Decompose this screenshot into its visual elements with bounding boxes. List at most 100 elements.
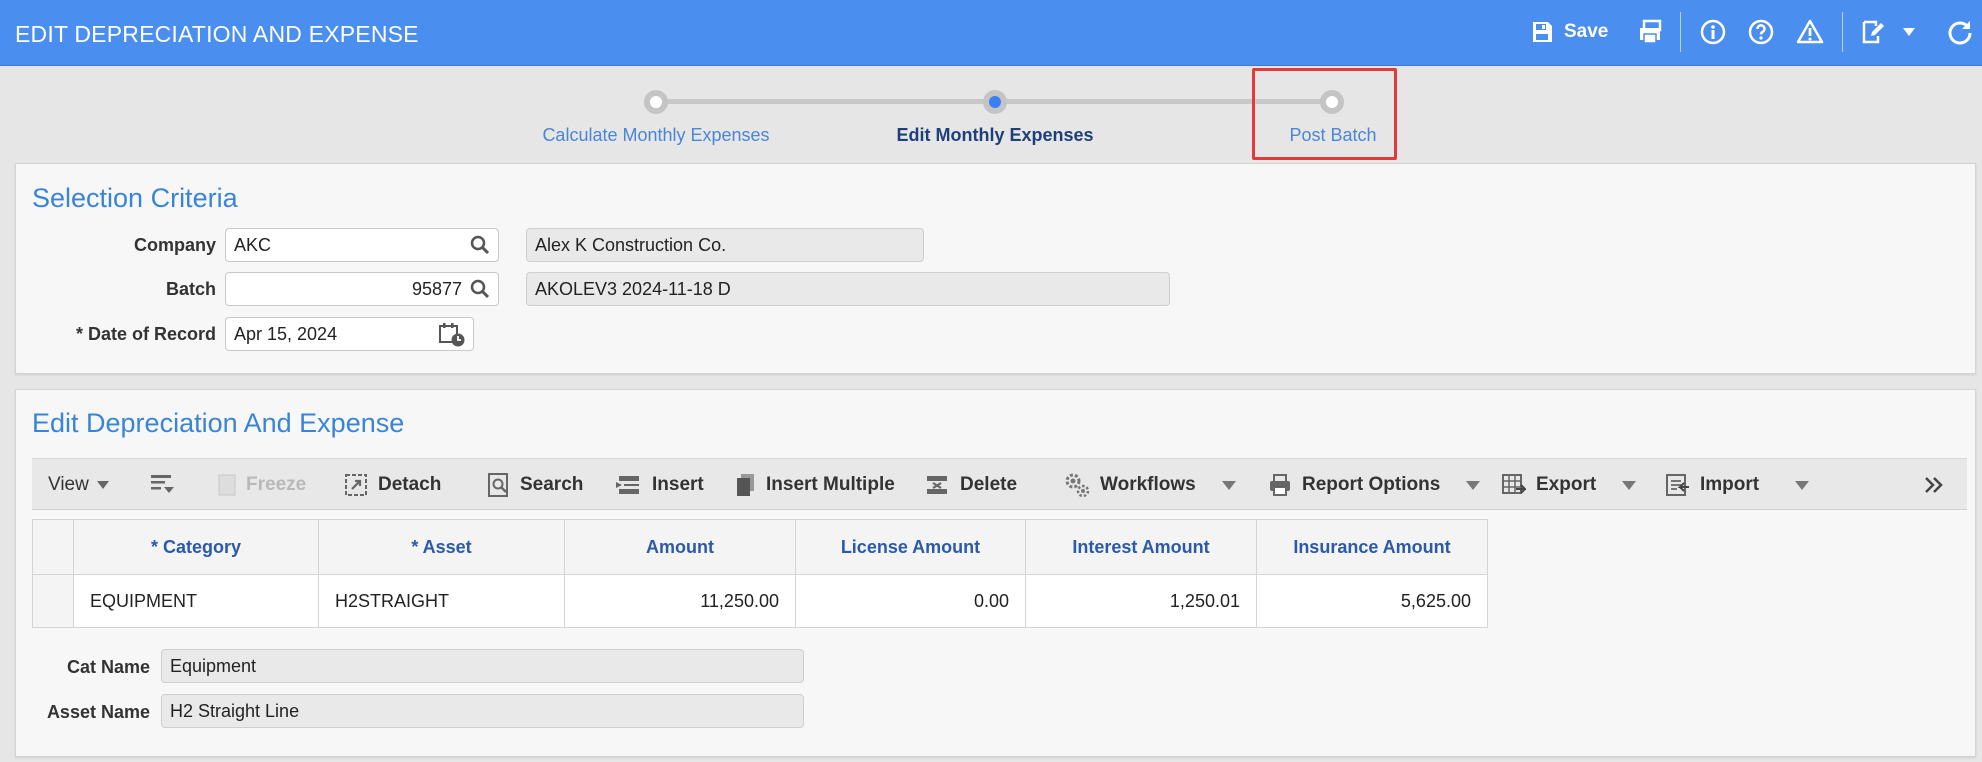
refresh-button[interactable] (1946, 14, 1974, 50)
company-label: Company (133, 235, 216, 255)
header-divider (1842, 12, 1843, 52)
cell-interest-amount[interactable]: 1,250.01 (1026, 575, 1257, 628)
step-label-calculate[interactable]: Calculate Monthly Expenses (542, 125, 769, 146)
caret-down-icon (96, 481, 109, 489)
step-dot-calculate[interactable] (644, 90, 668, 114)
edit-depreciation-title: Edit Depreciation And Expense (32, 408, 405, 438)
grid-header-selector (32, 519, 74, 575)
date-of-record-label: * Date of Record (75, 324, 216, 344)
cell-license-amount[interactable]: 0.00 (796, 575, 1026, 628)
info-icon (1700, 19, 1726, 45)
header-divider (1680, 12, 1681, 52)
delete-label: Delete (960, 474, 1018, 495)
view-menu-button[interactable]: View (48, 459, 109, 511)
asset-name-label: Asset Name (46, 702, 150, 722)
asset-name-display: H2 Straight Line (161, 694, 804, 728)
cell-insurance-amount[interactable]: 5,625.00 (1257, 575, 1488, 628)
batch-label: Batch (165, 279, 216, 299)
row-selector[interactable] (32, 575, 74, 628)
double-chevron-right-icon (1925, 477, 1943, 493)
import-icon (1666, 474, 1689, 496)
date-of-record-input[interactable]: Apr 15, 2024 (225, 317, 474, 351)
detach-button[interactable]: Detach (344, 459, 441, 511)
search-label: Search (520, 474, 584, 495)
edit-note-icon (1862, 20, 1884, 44)
cat-name-display: Equipment (161, 649, 804, 683)
save-icon (1533, 22, 1552, 42)
company-value: AKC (234, 234, 272, 255)
batch-input[interactable]: 95877 (225, 272, 499, 306)
print-icon (1640, 19, 1662, 44)
cell-category[interactable]: EQUIPMENT (74, 575, 319, 628)
column-settings-button[interactable] (150, 459, 186, 511)
print-icon (1270, 474, 1290, 496)
company-lookup[interactable] (470, 235, 490, 260)
app-header: EDIT DEPRECIATION AND EXPENSE Save (0, 0, 1982, 66)
help-button[interactable] (1748, 14, 1774, 50)
workflows-label: Workflows (1100, 474, 1196, 495)
import-button[interactable]: Import (1666, 459, 1810, 511)
calendar-icon (439, 323, 465, 347)
save-button[interactable]: Save (1530, 14, 1608, 50)
report-options-label: Report Options (1302, 474, 1441, 495)
gears-icon (1065, 473, 1090, 498)
print-button[interactable] (1638, 14, 1664, 50)
detach-label: Detach (378, 474, 442, 495)
menu-dropdown-button[interactable] (1902, 14, 1916, 50)
freeze-icon (218, 474, 236, 496)
insert-multiple-button[interactable]: Insert Multiple (736, 459, 895, 511)
caret-down-icon (1622, 480, 1637, 490)
column-header-interest-amount[interactable]: Interest Amount (1026, 519, 1257, 575)
page-title: EDIT DEPRECIATION AND EXPENSE (15, 21, 419, 47)
column-header-amount[interactable]: Amount (565, 519, 796, 575)
column-header-asset[interactable]: * Asset (319, 519, 565, 575)
export-button[interactable]: Export (1502, 459, 1637, 511)
batch-description-display: AKOLEV3 2024-11-18 D (526, 272, 1170, 306)
save-label: Save (1564, 21, 1609, 42)
column-settings-icon (151, 475, 174, 493)
import-label: Import (1700, 474, 1760, 495)
export-label: Export (1536, 474, 1597, 495)
search-icon (470, 235, 490, 255)
report-options-button[interactable]: Report Options (1268, 459, 1481, 511)
warning-button[interactable] (1796, 14, 1824, 50)
search-icon (470, 279, 490, 299)
column-header-license-amount[interactable]: License Amount (796, 519, 1026, 575)
batch-lookup[interactable] (470, 279, 490, 304)
insert-multiple-icon (737, 474, 754, 496)
info-button[interactable] (1700, 14, 1726, 50)
batch-value: 95877 (411, 278, 462, 299)
grid-toolbar: View Freeze Detach Search Insert Insert … (32, 458, 1967, 510)
date-of-record-value: Apr 15, 2024 (234, 323, 338, 344)
company-name-display: Alex K Construction Co. (526, 228, 924, 262)
freeze-label: Freeze (246, 474, 307, 495)
step-label-edit[interactable]: Edit Monthly Expenses (896, 125, 1093, 146)
search-button[interactable]: Search (488, 459, 583, 511)
cell-amount[interactable]: 11,250.00 (565, 575, 796, 628)
date-picker-button[interactable] (439, 323, 465, 352)
cell-asset[interactable]: H2STRAIGHT (319, 575, 565, 628)
freeze-button[interactable]: Freeze (218, 459, 306, 511)
more-toolbar-button[interactable] (1924, 459, 1954, 511)
insert-row-icon (616, 476, 639, 494)
delete-button[interactable]: Delete (924, 459, 1017, 511)
caret-down-icon (1903, 28, 1915, 36)
workflows-button[interactable]: Workflows (1064, 459, 1236, 511)
insert-multiple-label: Insert Multiple (766, 474, 895, 495)
company-input[interactable]: AKC (225, 228, 499, 262)
export-icon (1502, 474, 1526, 494)
step-dot-edit[interactable] (983, 90, 1007, 114)
caret-down-icon (1466, 480, 1481, 490)
column-header-category[interactable]: * Category (74, 519, 319, 575)
edit-note-button[interactable] (1860, 14, 1886, 50)
caret-down-icon (1221, 480, 1236, 490)
warning-icon (1796, 19, 1824, 44)
caret-down-icon (1795, 480, 1810, 490)
cat-name-label: Cat Name (66, 657, 150, 677)
delete-row-icon (927, 476, 947, 494)
post-batch-highlight (1252, 68, 1397, 160)
refresh-icon (1948, 21, 1972, 45)
detach-icon (345, 474, 367, 496)
column-header-insurance-amount[interactable]: Insurance Amount (1257, 519, 1488, 575)
insert-button[interactable]: Insert (616, 459, 704, 511)
